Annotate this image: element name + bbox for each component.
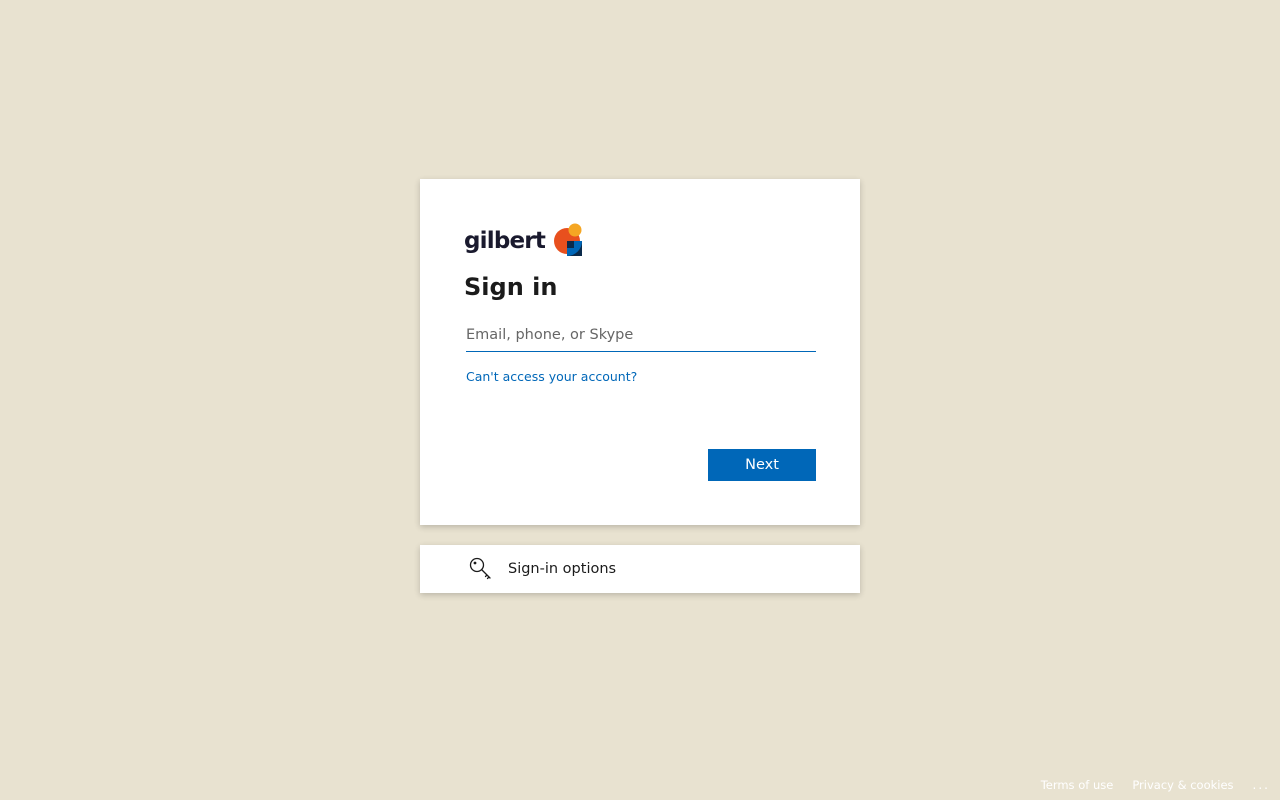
cant-access-account-link[interactable]: Can't access your account? (466, 369, 637, 384)
more-options-button[interactable]: ... (1253, 778, 1270, 792)
key-icon (469, 557, 491, 580)
sign-in-page: gilbert Sign in Can't access your accoun… (0, 0, 1280, 800)
email-field[interactable] (466, 319, 816, 351)
privacy-cookies-link[interactable]: Privacy & cookies (1132, 778, 1233, 792)
brand-name: gilbert (464, 228, 546, 254)
sign-in-options-label: Sign-in options (508, 561, 617, 577)
next-button[interactable]: Next (708, 449, 816, 481)
terms-of-use-link[interactable]: Terms of use (1041, 778, 1114, 792)
footer: Terms of use Privacy & cookies ... (1022, 778, 1270, 792)
sign-in-card: gilbert Sign in Can't access your accoun… (420, 179, 860, 525)
brand-logo: gilbert (464, 223, 816, 259)
brand-mark-icon (554, 223, 583, 256)
sign-in-options-button[interactable]: Sign-in options (420, 545, 860, 593)
page-title: Sign in (464, 273, 558, 301)
email-field-wrapper (466, 319, 816, 352)
